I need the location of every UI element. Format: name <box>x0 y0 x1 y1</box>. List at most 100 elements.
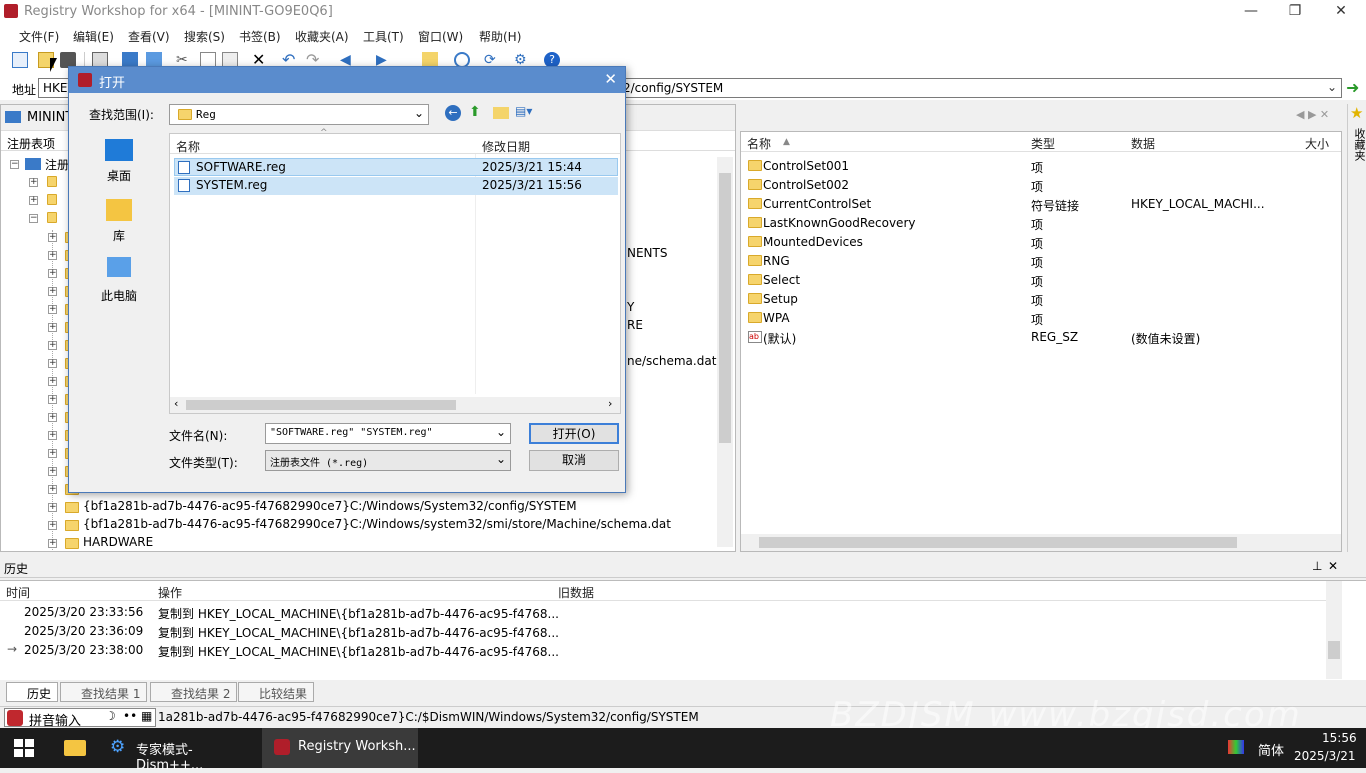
expand-icon[interactable]: + <box>48 467 57 476</box>
tab-computer[interactable]: MININT <box>27 110 73 125</box>
col-type[interactable]: 类型 <box>1031 135 1055 152</box>
tab-history[interactable]: 历史 <box>6 682 59 702</box>
col-time[interactable]: 时间 <box>6 584 30 601</box>
tree-item[interactable]: HARDWARE <box>83 535 153 549</box>
vertical-scrollbar[interactable] <box>717 157 733 547</box>
chevron-down-icon[interactable]: ⌄ <box>496 452 506 466</box>
menu-file[interactable]: 文件(F) <box>19 28 59 45</box>
expand-icon[interactable]: + <box>48 503 57 512</box>
value-row[interactable]: Setup 项 <box>741 290 1341 309</box>
filetype-combo[interactable]: 注册表文件 (*.reg) ⌄ <box>265 450 511 471</box>
tree-column-header[interactable]: 注册表项 <box>7 135 55 152</box>
scroll-thumb[interactable] <box>719 173 731 443</box>
menu-help[interactable]: 帮助(H) <box>479 28 521 45</box>
expand-icon[interactable]: + <box>48 413 57 422</box>
horizontal-scrollbar[interactable]: ‹ › <box>170 397 620 413</box>
expand-icon[interactable]: + <box>48 287 57 296</box>
col-size[interactable]: 大小 <box>1305 135 1329 152</box>
view-menu-icon[interactable]: ▤▾ <box>515 104 532 118</box>
value-row[interactable]: RNG 项 <box>741 252 1341 271</box>
file-row[interactable]: SOFTWARE.reg 2025/3/21 15:44 <box>174 158 618 176</box>
dialog-close-icon[interactable]: ✕ <box>604 70 617 88</box>
menu-bookmarks[interactable]: 书签(B) <box>239 28 281 45</box>
value-row[interactable]: CurrentControlSet 符号链接 HKEY_LOCAL_MACHI... <box>741 195 1341 214</box>
expand-icon[interactable]: + <box>48 305 57 314</box>
expand-icon[interactable]: + <box>48 449 57 458</box>
moon-icon[interactable]: ☽ <box>105 709 116 723</box>
tree-root-label[interactable]: 注册 <box>45 156 69 173</box>
scroll-right-icon[interactable]: › <box>608 397 612 410</box>
look-in-combo[interactable]: Reg ⌄ <box>169 104 429 125</box>
scroll-thumb[interactable] <box>759 537 1237 548</box>
col-old-data[interactable]: 旧数据 <box>558 584 594 601</box>
expand-icon[interactable]: + <box>29 196 38 205</box>
scroll-thumb[interactable] <box>186 400 456 410</box>
expand-icon[interactable]: + <box>29 178 38 187</box>
menu-tools[interactable]: 工具(T) <box>363 28 404 45</box>
expand-icon[interactable]: + <box>48 233 57 242</box>
expand-icon[interactable]: − <box>10 160 19 169</box>
menu-window[interactable]: 窗口(W) <box>418 28 463 45</box>
open-button[interactable]: 打开(O) <box>529 423 619 444</box>
new-icon[interactable] <box>12 52 28 68</box>
taskbar-item-registry[interactable]: Registry Worksh... <box>262 728 418 768</box>
tree-item[interactable]: {bf1a281b-ad7b-4476-ac95-f47682990ce7}C:… <box>83 517 671 531</box>
chevron-down-icon[interactable]: ⌄ <box>414 106 424 120</box>
new-folder-icon[interactable] <box>493 107 509 119</box>
menu-view[interactable]: 查看(V) <box>128 28 170 45</box>
col-name[interactable]: 名称 <box>747 135 771 152</box>
chevron-down-icon[interactable]: ⌄ <box>496 425 506 439</box>
clock-time[interactable]: 15:56 <box>1322 731 1357 745</box>
clock-date[interactable]: 2025/3/21 <box>1294 749 1356 763</box>
tab-compare-results[interactable]: 比较结果 <box>238 682 315 702</box>
value-row[interactable]: WPA 项 <box>741 309 1341 328</box>
file-row[interactable]: SYSTEM.reg 2025/3/21 15:56 <box>174 177 618 195</box>
col-operation[interactable]: 操作 <box>158 584 182 601</box>
scroll-left-icon[interactable]: ‹ <box>174 397 178 410</box>
place-desktop[interactable]: 桌面 <box>99 167 139 184</box>
filename-input[interactable]: "SOFTWARE.reg" "SYSTEM.reg" ⌄ <box>265 423 511 444</box>
expand-icon[interactable]: + <box>48 341 57 350</box>
expand-icon[interactable]: + <box>48 485 57 494</box>
tree-item[interactable]: {bf1a281b-ad7b-4476-ac95-f47682990ce7}C:… <box>83 499 577 513</box>
taskbar-item-dism[interactable]: ⚙ 专家模式-Dism++... <box>104 728 258 773</box>
scroll-thumb[interactable] <box>1328 641 1340 659</box>
windows-start-icon[interactable] <box>14 739 34 757</box>
menu-favorites[interactable]: 收藏夹(A) <box>295 28 349 45</box>
place-library[interactable]: 库 <box>99 227 139 244</box>
expand-icon[interactable]: + <box>48 431 57 440</box>
ime-toolbar[interactable]: 拼音输入 ☽ •• ▦ <box>4 708 156 729</box>
place-this-pc[interactable]: 此电脑 <box>99 287 139 304</box>
value-row[interactable]: ControlSet001 项 <box>741 157 1341 176</box>
expand-icon[interactable]: + <box>48 359 57 368</box>
tab-find-results-1[interactable]: 查找结果 1 <box>60 682 148 702</box>
menu-search[interactable]: 搜索(S) <box>184 28 225 45</box>
value-row[interactable]: MountedDevices 项 <box>741 233 1341 252</box>
horizontal-scrollbar[interactable] <box>741 534 1341 551</box>
col-file-name[interactable]: 名称 <box>176 138 200 155</box>
cancel-button[interactable]: 取消 <box>529 450 619 471</box>
expand-icon[interactable]: − <box>29 214 38 223</box>
close-button[interactable]: ✕ <box>1318 0 1364 24</box>
menu-edit[interactable]: 编辑(E) <box>73 28 114 45</box>
value-row[interactable]: LastKnownGoodRecovery 项 <box>741 214 1341 233</box>
this-pc-icon[interactable] <box>107 257 131 277</box>
keyboard-icon[interactable]: ▦ <box>141 709 152 723</box>
library-icon[interactable] <box>106 199 132 221</box>
expand-icon[interactable]: + <box>48 323 57 332</box>
file-explorer-icon[interactable] <box>64 740 86 756</box>
expand-icon[interactable]: + <box>48 251 57 260</box>
up-folder-icon[interactable]: ⬆ <box>469 104 481 120</box>
expand-icon[interactable]: + <box>48 377 57 386</box>
desktop-icon[interactable] <box>105 139 133 161</box>
minimize-button[interactable]: — <box>1228 0 1274 24</box>
vertical-scrollbar[interactable] <box>1326 581 1342 679</box>
punctuation-icon[interactable]: •• <box>123 709 137 723</box>
go-arrow-icon[interactable]: ➜ <box>1346 78 1359 97</box>
expand-icon[interactable]: + <box>48 539 57 548</box>
favorites-sidebar[interactable]: ★ 收藏夹 <box>1347 104 1366 552</box>
value-row[interactable]: ControlSet002 项 <box>741 176 1341 195</box>
expand-icon[interactable]: + <box>48 395 57 404</box>
value-row[interactable]: ab (默认) REG_SZ (数值未设置) <box>741 328 1341 347</box>
close-icon[interactable]: ✕ <box>1328 559 1338 573</box>
